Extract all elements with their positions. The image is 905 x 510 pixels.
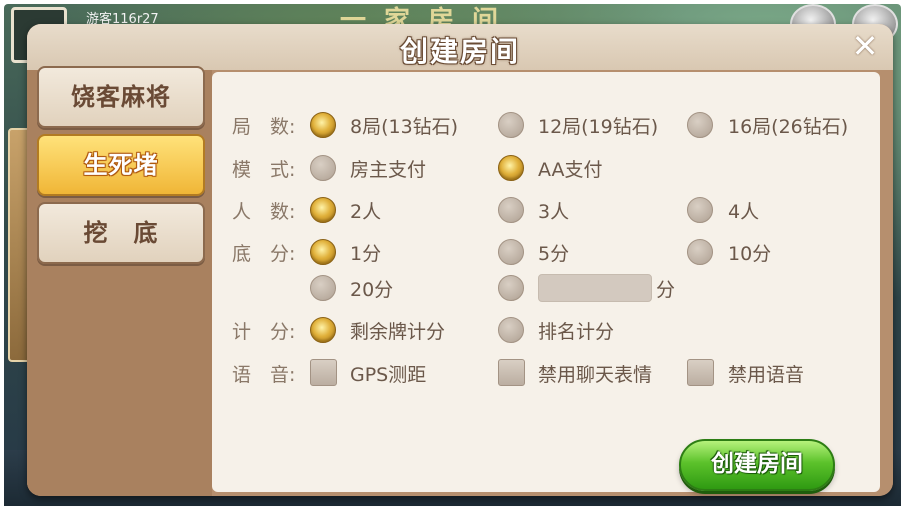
players-option-2[interactable]: 2人 — [350, 197, 381, 224]
base-radio-10[interactable] — [687, 239, 713, 265]
players-radio-2[interactable] — [310, 197, 336, 223]
tab-wadi[interactable]: 挖 底 — [37, 202, 205, 264]
create-room-dialog: 创建房间 ✕ 饶客麻将 生死堵 挖 底 局 数: 8局(13钻石) 12局(19… — [27, 24, 893, 496]
rounds-option-16[interactable]: 16局(26钻石) — [728, 112, 848, 139]
scoring-radio-remaining[interactable] — [310, 317, 336, 343]
custom-base-score-input[interactable] — [538, 274, 652, 302]
base-radio-5[interactable] — [498, 239, 524, 265]
disable-voice-option[interactable]: 禁用语音 — [728, 360, 804, 387]
rounds-option-12[interactable]: 12局(19钻石) — [538, 112, 658, 139]
rounds-option-8[interactable]: 8局(13钻石) — [350, 112, 458, 139]
players-radio-4[interactable] — [687, 197, 713, 223]
base-option-10[interactable]: 10分 — [728, 239, 771, 266]
scoring-radio-rank[interactable] — [498, 317, 524, 343]
mode-label: 模 式: — [232, 159, 296, 181]
tab-shengsidu[interactable]: 生死堵 — [37, 134, 205, 196]
scoring-option-rank[interactable]: 排名计分 — [538, 317, 614, 344]
dialog-title: 创建房间 — [399, 35, 520, 68]
base-radio-1[interactable] — [310, 239, 336, 265]
rounds-radio-12[interactable] — [498, 112, 524, 138]
rounds-radio-16[interactable] — [687, 112, 713, 138]
scoring-label: 计 分: — [232, 321, 296, 343]
disable-chat-emoji-checkbox[interactable] — [498, 359, 525, 386]
disable-chat-emoji-option[interactable]: 禁用聊天表情 — [538, 360, 652, 387]
players-option-3[interactable]: 3人 — [538, 197, 569, 224]
gps-option[interactable]: GPS测距 — [350, 360, 426, 387]
gps-checkbox[interactable] — [310, 359, 337, 386]
base-option-1[interactable]: 1分 — [350, 239, 381, 266]
rounds-radio-8[interactable] — [310, 112, 336, 138]
rounds-label: 局 数: — [232, 116, 296, 138]
base-score-label: 底 分: — [232, 243, 296, 265]
base-option-20[interactable]: 20分 — [350, 275, 393, 302]
custom-base-score-suffix: 分 — [656, 279, 676, 301]
players-label: 人 数: — [232, 201, 296, 223]
disable-voice-checkbox[interactable] — [687, 359, 714, 386]
voice-label: 语 音: — [232, 364, 296, 386]
mode-option-owner-pay[interactable]: 房主支付 — [350, 155, 426, 182]
base-radio-20[interactable] — [310, 275, 336, 301]
players-option-4[interactable]: 4人 — [728, 197, 759, 224]
close-icon[interactable]: ✕ — [849, 30, 881, 62]
create-room-button[interactable]: 创建房间 — [679, 439, 835, 491]
players-radio-3[interactable] — [498, 197, 524, 223]
mode-option-aa-pay[interactable]: AA支付 — [538, 155, 603, 182]
tab-raoke-mahjong[interactable]: 饶客麻将 — [37, 66, 205, 128]
base-radio-custom[interactable] — [498, 275, 524, 301]
scoring-option-remaining[interactable]: 剩余牌计分 — [350, 317, 445, 344]
base-option-5[interactable]: 5分 — [538, 239, 569, 266]
options-panel: 局 数: 8局(13钻石) 12局(19钻石) 16局(26钻石) 模 式: 房… — [212, 72, 880, 492]
mode-radio-aa-pay[interactable] — [498, 155, 524, 181]
mode-radio-owner-pay[interactable] — [310, 155, 336, 181]
